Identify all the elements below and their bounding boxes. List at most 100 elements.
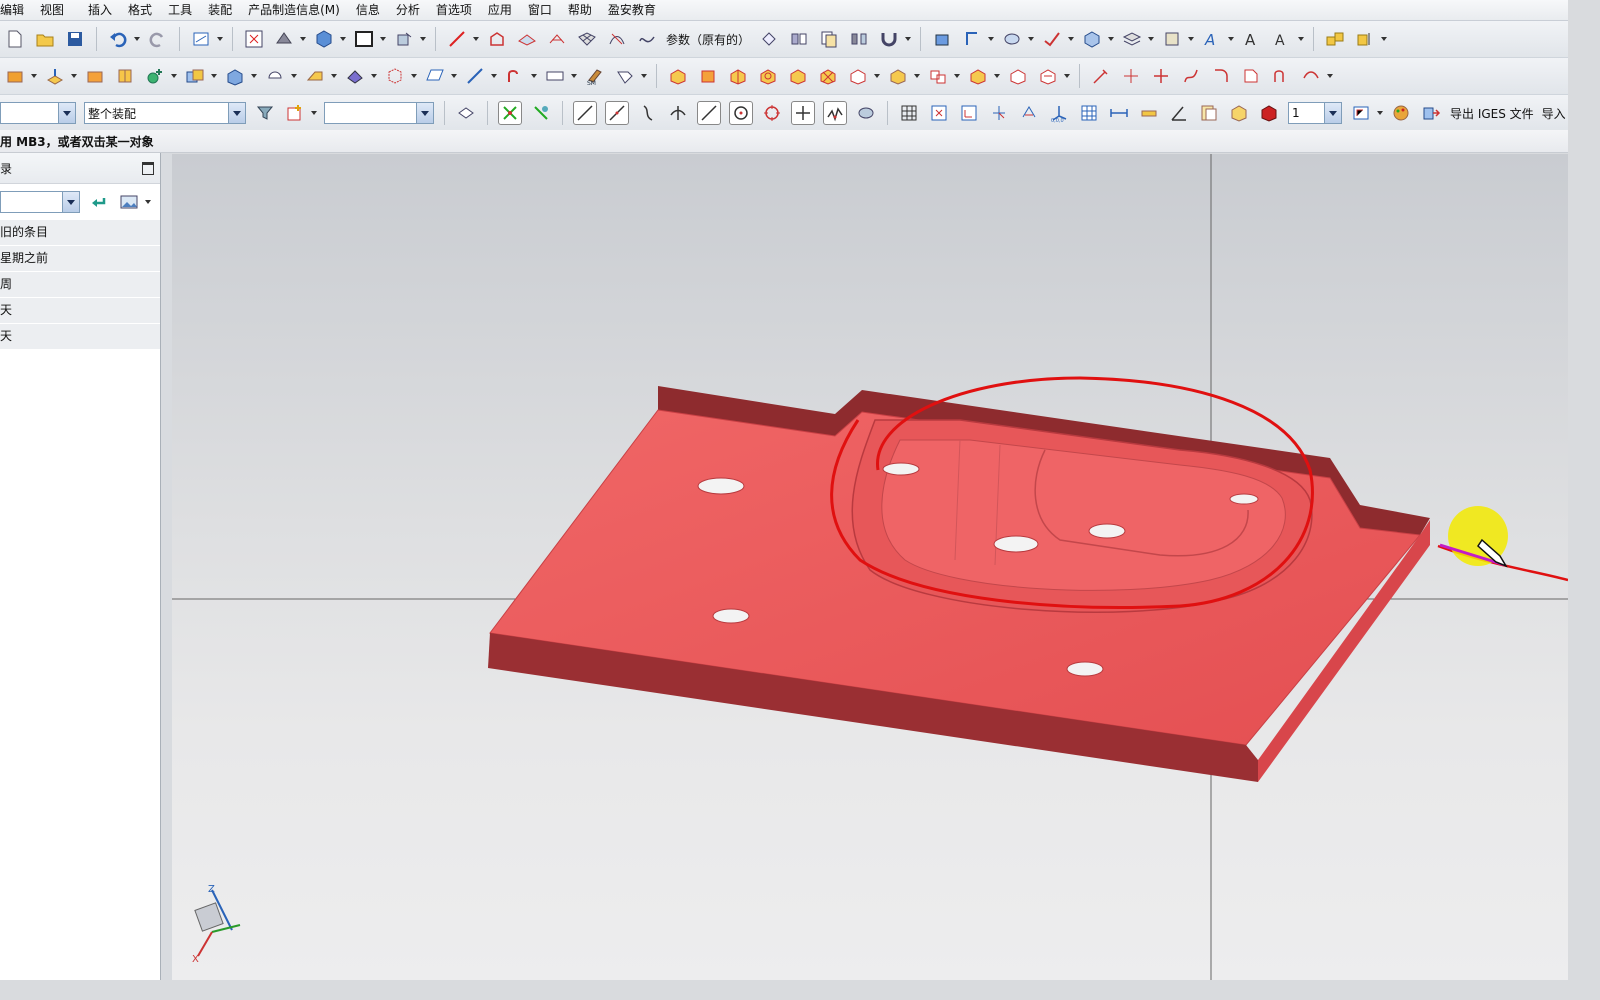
open-file-button[interactable] [34,28,56,50]
wcs-orient-button[interactable]: 0,0,0 [1048,102,1070,124]
face-op-2-button[interactable] [697,65,719,87]
params-label[interactable]: 参数（原有的） [666,31,750,48]
history-group-older[interactable]: 旧的条目 [0,220,160,246]
mounting-hole[interactable] [993,535,1039,553]
undo-button[interactable] [107,28,129,50]
graphics-window[interactable]: Z X [172,154,1568,980]
edge-blend-dropdown[interactable] [330,65,338,87]
sketch-button[interactable] [190,28,212,50]
chamfer-button[interactable] [344,65,366,87]
replace-face-button[interactable] [927,65,949,87]
assembly-dropdown[interactable] [1380,28,1388,50]
dimension-text-dropdown[interactable] [1297,28,1305,50]
layer-combo[interactable] [324,102,434,124]
menu-window[interactable]: 窗口 [520,0,560,20]
face-op-6-button[interactable] [817,65,839,87]
boss-dropdown[interactable] [170,65,178,87]
curve-feature-dropdown[interactable] [530,65,538,87]
datum-plane-button[interactable] [424,65,446,87]
layout-dropdown[interactable] [1376,102,1384,124]
view-count-combo[interactable]: 1 [1288,102,1342,124]
snap-quadrant-button[interactable] [761,102,783,124]
wcs-dynamics-button[interactable] [988,102,1010,124]
mounting-hole[interactable] [882,462,920,476]
menu-application[interactable]: 应用 [480,0,520,20]
fillet-curve-button[interactable] [1210,65,1232,87]
angle-measure-button[interactable] [1168,102,1190,124]
sheet-metal-part[interactable] [488,386,1430,782]
curve-feature-button[interactable] [504,65,526,87]
selection-scope-button[interactable] [284,102,306,124]
snap-control-point-button[interactable] [637,102,659,124]
menu-pmi[interactable]: 产品制造信息(M) [240,0,348,20]
menu-yingan-education[interactable]: 盈安教育 [600,0,664,20]
measure-button[interactable] [961,28,983,50]
pad-dropdown[interactable] [250,65,258,87]
sketch-dropdown[interactable] [216,28,224,50]
redo-button[interactable] [147,28,169,50]
snap-point-button[interactable] [498,101,522,125]
unite-button[interactable] [264,65,286,87]
curve-network-button[interactable] [606,28,628,50]
snap-point-on-curve-button[interactable] [823,101,847,125]
flange-dropdown[interactable] [640,65,648,87]
wcs-origin-button[interactable] [958,102,980,124]
table-button[interactable] [1078,102,1100,124]
menu-edit[interactable]: 编辑 [0,0,32,20]
extrude-feature-button[interactable] [44,65,66,87]
sheet-metal-profile-button[interactable] [544,65,566,87]
stack-dropdown[interactable] [1147,28,1155,50]
extrude-button[interactable] [486,28,508,50]
navigator-image-dropdown[interactable] [144,191,152,213]
stack-button[interactable] [1121,28,1143,50]
import-label[interactable]: 导入 [1542,105,1566,122]
navigator-back-button[interactable] [88,191,110,213]
pad-button[interactable] [224,65,246,87]
offset-button[interactable] [788,28,810,50]
delete-face-dropdown[interactable] [993,65,1001,87]
assembly-constraint-button[interactable] [1354,28,1376,50]
curve-analysis-button[interactable] [1090,65,1112,87]
fit-all-button[interactable] [928,102,950,124]
layer-box-button[interactable] [1228,102,1250,124]
select-body-button[interactable] [455,102,477,124]
wcs-grid-button[interactable] [898,102,920,124]
fit-view-button[interactable] [243,28,265,50]
feature-dropdown[interactable] [1107,28,1115,50]
export-iges-button[interactable] [1420,102,1442,124]
dimension-button[interactable] [1108,102,1130,124]
assembly-scope-combo[interactable]: 整个装配 [84,102,246,124]
menu-format[interactable]: 格式 [120,0,160,20]
snap-point-on-face-button[interactable] [855,102,877,124]
copy-button[interactable] [818,28,840,50]
line-button[interactable] [446,28,468,50]
curve-dropdown[interactable] [472,28,480,50]
history-group-weeks-ago[interactable]: 星期之前 [0,246,160,272]
snap-grid-button[interactable] [530,102,552,124]
resize-face-button[interactable] [1007,65,1029,87]
menu-information[interactable]: 信息 [348,0,388,20]
snap-intersection-button[interactable] [667,102,689,124]
feature-button[interactable] [1081,28,1103,50]
shading-dropdown[interactable] [1027,28,1035,50]
save-button[interactable] [64,28,86,50]
pocket-button[interactable] [184,65,206,87]
offset-region-dropdown[interactable] [1063,65,1071,87]
orient-dropdown[interactable] [339,28,347,50]
component-button[interactable] [1161,28,1183,50]
block-button[interactable] [4,65,26,87]
grid-surface-button[interactable] [576,28,598,50]
text-dropdown[interactable] [1227,28,1235,50]
navigator-image-button[interactable] [118,191,140,213]
sync-move-button[interactable] [887,65,909,87]
layer-move-button[interactable] [1258,102,1280,124]
mounting-hole[interactable] [712,608,750,624]
layout-button[interactable] [1350,102,1372,124]
snap-arc-center-button[interactable] [697,101,721,125]
menu-insert[interactable]: 插入 [80,0,120,20]
mirror-button[interactable] [848,28,870,50]
offset-region-button[interactable] [1037,65,1059,87]
render-style-button[interactable] [273,28,295,50]
panel-splitter[interactable] [161,153,172,980]
shell-dropdown[interactable] [410,65,418,87]
